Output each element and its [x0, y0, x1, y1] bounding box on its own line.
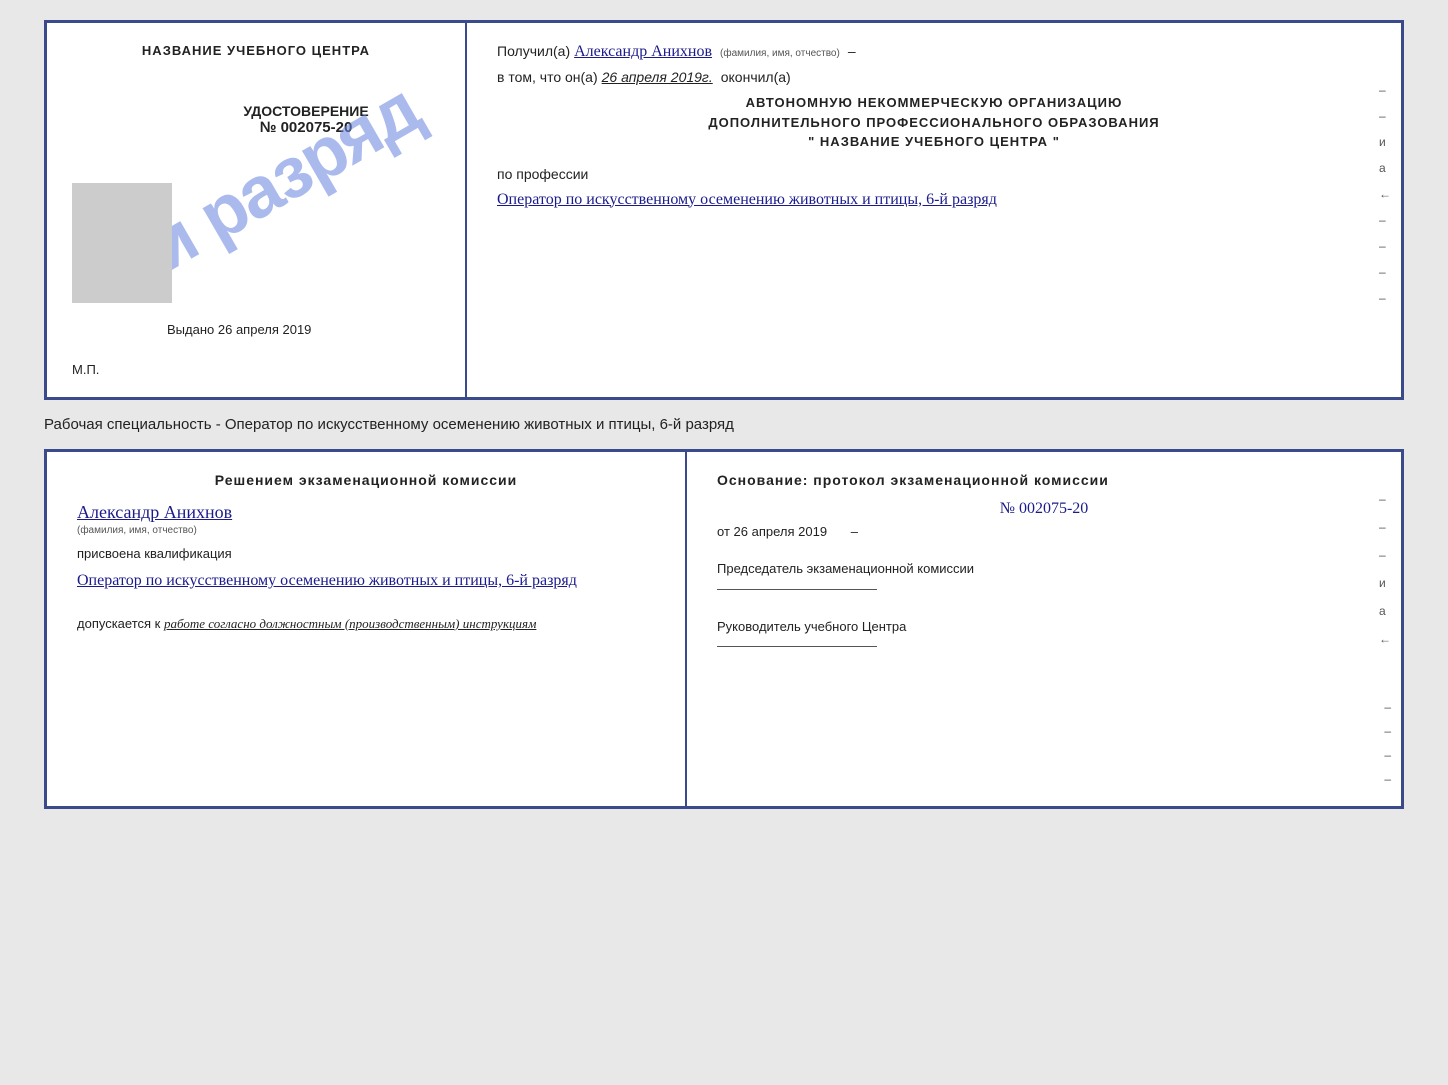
in-that-label: в том, что он(а): [497, 69, 598, 85]
org-quote-open: ": [808, 134, 815, 149]
osnov-title: Основание: протокол экзаменационной коми…: [717, 472, 1371, 488]
org-block: АВТОНОМНУЮ НЕКОММЕРЧЕСКУЮ ОРГАНИЗАЦИЮ ДО…: [497, 93, 1371, 152]
profession-block: по профессии Оператор по искусственному …: [497, 166, 1371, 215]
ot-date: 26 апреля 2019: [734, 524, 828, 539]
chairman-block: Председатель экзаменационной комиссии: [717, 559, 1371, 601]
qualification-bottom: Оператор по искусственному осеменению жи…: [77, 567, 655, 596]
po-professii-label: по профессии: [497, 166, 588, 182]
decision-title: Решением экзаменационной комиссии: [77, 472, 655, 488]
date-completed-top: 26 апреля 2019г.: [602, 69, 713, 85]
recipient-name-top: Александр Анихнов: [574, 43, 712, 61]
finished-label: окончил(а): [721, 69, 791, 85]
vydano-date: 26 апреля 2019: [218, 322, 312, 337]
page-container: НАЗВАНИЕ УЧЕБНОГО ЦЕНТРА 6-й разряд УДОС…: [44, 20, 1404, 809]
dash1: –: [848, 43, 856, 59]
subtitle-text: Рабочая специальность - Оператор по иску…: [44, 410, 1404, 439]
org-line1: АВТОНОМНУЮ НЕКОММЕРЧЕСКУЮ ОРГАНИЗАЦИЮ: [497, 93, 1371, 113]
received-line: Получил(а) Александр Анихнов (фамилия, и…: [497, 43, 1371, 61]
director-label: Руководитель учебного Центра: [717, 617, 1371, 638]
dopuskaetsya-label: допускается к: [77, 616, 160, 631]
mp-label: М.П.: [72, 362, 99, 377]
photo-placeholder: [72, 183, 172, 303]
vydano-label: Выдано: [167, 322, 214, 337]
ot-label: от: [717, 524, 730, 539]
director-signature-line: [717, 646, 877, 647]
top-certificate: НАЗВАНИЕ УЧЕБНОГО ЦЕНТРА 6-й разряд УДОС…: [44, 20, 1404, 400]
org-quote-close: ": [1053, 134, 1060, 149]
bottom-certificate: Решением экзаменационной комиссии Алекса…: [44, 449, 1404, 809]
name-note-top: (фамилия, имя, отчество): [720, 48, 840, 59]
dopuskaetsya-value: работе согласно должностным (производств…: [164, 616, 536, 631]
right-side-marks-top: – – и а ← – – – –: [1379, 83, 1391, 305]
ot-date-block: от 26 апреля 2019 –: [717, 524, 1371, 539]
udostoverenie-block: УДОСТОВЕРЕНИЕ № 002075-20: [172, 103, 440, 136]
date-line: в том, что он(а) 26 апреля 2019г. окончи…: [497, 69, 1371, 85]
cert-number-top: № 002075-20: [172, 119, 440, 136]
org-center-line: " НАЗВАНИЕ УЧЕБНОГО ЦЕНТРА ": [497, 132, 1371, 152]
org-center-name: НАЗВАНИЕ УЧЕБНОГО ЦЕНТРА: [820, 134, 1048, 149]
received-label: Получил(а): [497, 43, 570, 59]
chairman-signature-line: [717, 589, 877, 590]
top-training-center-label: НАЗВАНИЕ УЧЕБНОГО ЦЕНТРА: [72, 43, 440, 58]
director-block: Руководитель учебного Центра: [717, 617, 1371, 659]
person-name-bottom: Александр Анихнов: [77, 502, 655, 523]
chairman-label: Председатель экзаменационной комиссии: [717, 559, 1371, 580]
bottom-right-panel: Основание: протокол экзаменационной коми…: [687, 452, 1401, 806]
dopuskaetsya-block: допускается к работе согласно должностны…: [77, 616, 655, 632]
vydano-block: Выдано 26 апреля 2019: [167, 322, 311, 337]
profession-text-top: Оператор по искусственному осеменению жи…: [497, 186, 1371, 215]
bottom-left-panel: Решением экзаменационной комиссии Алекса…: [47, 452, 687, 806]
org-line2: ДОПОЛНИТЕЛЬНОГО ПРОФЕССИОНАЛЬНОГО ОБРАЗО…: [497, 113, 1371, 133]
udostoverenie-title: УДОСТОВЕРЕНИЕ: [172, 103, 440, 119]
ot-dash: –: [851, 524, 858, 539]
name-note-bottom: (фамилия, имя, отчество): [77, 525, 655, 536]
bottom-border-marks: – – – –: [1384, 700, 1391, 786]
right-side-marks-bottom: – – – и а ←: [1379, 492, 1391, 646]
cert-left-panel: НАЗВАНИЕ УЧЕБНОГО ЦЕНТРА 6-й разряд УДОС…: [47, 23, 467, 397]
prisvoyena-text: присвоена квалификация: [77, 546, 655, 561]
proto-number: № 002075-20: [717, 500, 1371, 518]
cert-right-panel: Получил(а) Александр Анихнов (фамилия, и…: [467, 23, 1401, 397]
